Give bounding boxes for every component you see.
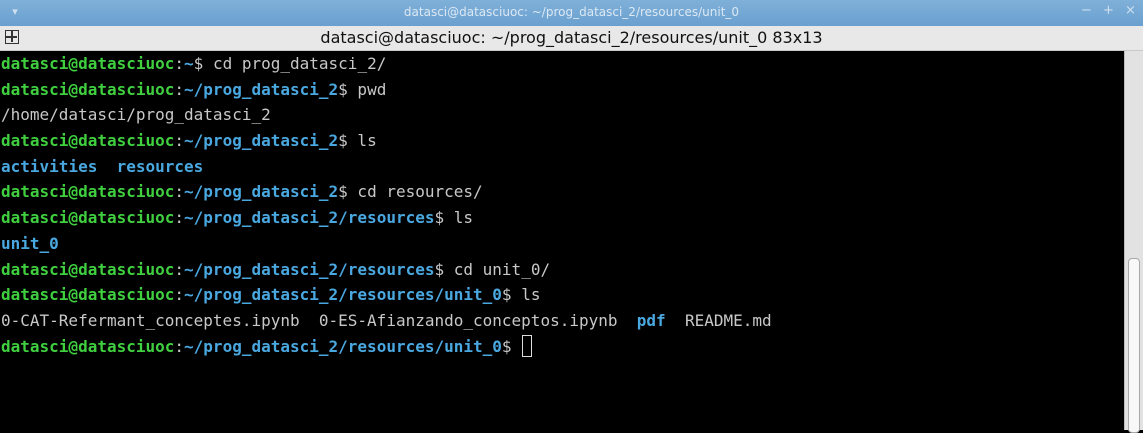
command-text: ls — [511, 285, 541, 305]
prompt-path: ~/prog_datasci_2 — [184, 79, 339, 99]
command-output: /home/datasci/prog_datasci_2 — [1, 105, 271, 125]
prompt-symbol: $ — [434, 208, 445, 228]
prompt-path: ~ — [184, 54, 194, 73]
terminal-output[interactable]: datasci@datasciuoc:~$ cd prog_datasci_2/… — [0, 51, 1125, 430]
command-text: pwd — [347, 79, 387, 99]
prompt-user-host: datasci@datasciuoc — [1, 259, 175, 279]
command-text: ls — [347, 131, 377, 151]
vertical-scrollbar[interactable] — [1124, 51, 1143, 433]
directory-entry: unit_0 — [1, 233, 59, 253]
terminal-line: unit_0 — [1, 231, 1125, 257]
prompt-user-host: datasci@datasciuoc — [1, 131, 175, 151]
terminal-line: datasci@datasciuoc:~$ cd prog_datasci_2/ — [1, 51, 1125, 77]
command-text: cd prog_datasci_2/ — [203, 54, 387, 73]
directory-entry: resources — [116, 156, 204, 176]
prompt-symbol: $ — [501, 336, 512, 356]
prompt-user-host: datasci@datasciuoc — [1, 182, 175, 202]
prompt-separator: : — [174, 336, 185, 356]
window-title-bar[interactable]: ▾ datasci@datasciuoc: ~/prog_datasci_2/r… — [0, 0, 1143, 26]
prompt-user-host: datasci@datasciuoc — [1, 208, 175, 228]
prompt-separator: : — [174, 131, 185, 151]
terminal-line: datasci@datasciuoc:~/prog_datasci_2/reso… — [1, 257, 1125, 283]
prompt-path: ~/prog_datasci_2 — [184, 182, 339, 202]
prompt-user-host: datasci@datasciuoc — [1, 54, 175, 73]
command-text: cd unit_0/ — [444, 259, 551, 279]
prompt-path: ~/prog_datasci_2/resources — [184, 259, 435, 279]
window-title: datasci@datasciuoc: ~/prog_datasci_2/res… — [403, 5, 740, 19]
prompt-symbol: $ — [434, 259, 445, 279]
prompt-path: ~/prog_datasci_2/resources/unit_0 — [184, 336, 502, 356]
terminal-line: datasci@datasciuoc:~/prog_datasci_2$ pwd — [1, 77, 1125, 103]
file-entry: 0-CAT-Refermant_conceptes.ipynb 0-ES-Afi… — [1, 310, 637, 330]
prompt-path: ~/prog_datasci_2/resources/unit_0 — [184, 285, 502, 305]
file-entry — [97, 157, 116, 176]
prompt-symbol: $ — [338, 79, 348, 99]
text-cursor — [522, 334, 533, 357]
prompt-separator: : — [174, 54, 185, 73]
close-icon[interactable]: × — [1125, 3, 1136, 18]
prompt-separator: : — [174, 208, 185, 228]
command-text — [512, 337, 522, 356]
terminal-line: datasci@datasciuoc:~/prog_datasci_2/reso… — [1, 334, 1125, 360]
terminal-line: datasci@datasciuoc:~/prog_datasci_2/reso… — [1, 282, 1125, 308]
prompt-symbol: $ — [338, 131, 348, 151]
terminal-title: datasci@datasciuoc: ~/prog_datasci_2/res… — [320, 28, 823, 47]
prompt-separator: : — [174, 259, 185, 279]
directory-entry: pdf — [636, 310, 666, 330]
prompt-separator: : — [174, 182, 185, 202]
prompt-symbol: $ — [338, 182, 348, 202]
prompt-user-host: datasci@datasciuoc — [1, 336, 175, 356]
prompt-separator: : — [174, 79, 185, 99]
prompt-symbol: $ — [193, 54, 204, 73]
prompt-user-host: datasci@datasciuoc — [1, 285, 175, 305]
terminal-line: /home/datasci/prog_datasci_2 — [1, 102, 1125, 128]
prompt-separator: : — [174, 285, 185, 305]
terminal-line: datasci@datasciuoc:~/prog_datasci_2$ ls — [1, 128, 1125, 154]
window-controls: − + × — [1081, 3, 1136, 18]
scrollbar-thumb[interactable] — [1128, 258, 1140, 433]
terminal-line: 0-CAT-Refermant_conceptes.ipynb 0-ES-Afi… — [1, 308, 1125, 334]
prompt-path: ~/prog_datasci_2/resources — [184, 208, 435, 228]
command-text: cd resources/ — [347, 182, 483, 202]
prompt-path: ~/prog_datasci_2 — [184, 131, 339, 151]
maximize-icon[interactable]: + — [1103, 3, 1114, 18]
directory-entry: activities — [1, 156, 98, 176]
terminal-title-bar[interactable]: datasci@datasciuoc: ~/prog_datasci_2/res… — [0, 26, 1143, 51]
file-entry: README.md — [665, 310, 772, 330]
prompt-user-host: datasci@datasciuoc — [1, 79, 175, 99]
terminal-line: activities resources — [1, 154, 1125, 180]
minimize-icon[interactable]: − — [1081, 3, 1092, 18]
prompt-symbol: $ — [501, 285, 512, 305]
terminal-line: datasci@datasciuoc:~/prog_datasci_2/reso… — [1, 205, 1125, 231]
terminal-line: datasci@datasciuoc:~/prog_datasci_2$ cd … — [1, 179, 1125, 205]
command-text: ls — [444, 208, 474, 228]
terminal-window: ▾ datasci@datasciuoc: ~/prog_datasci_2/r… — [0, 0, 1143, 433]
